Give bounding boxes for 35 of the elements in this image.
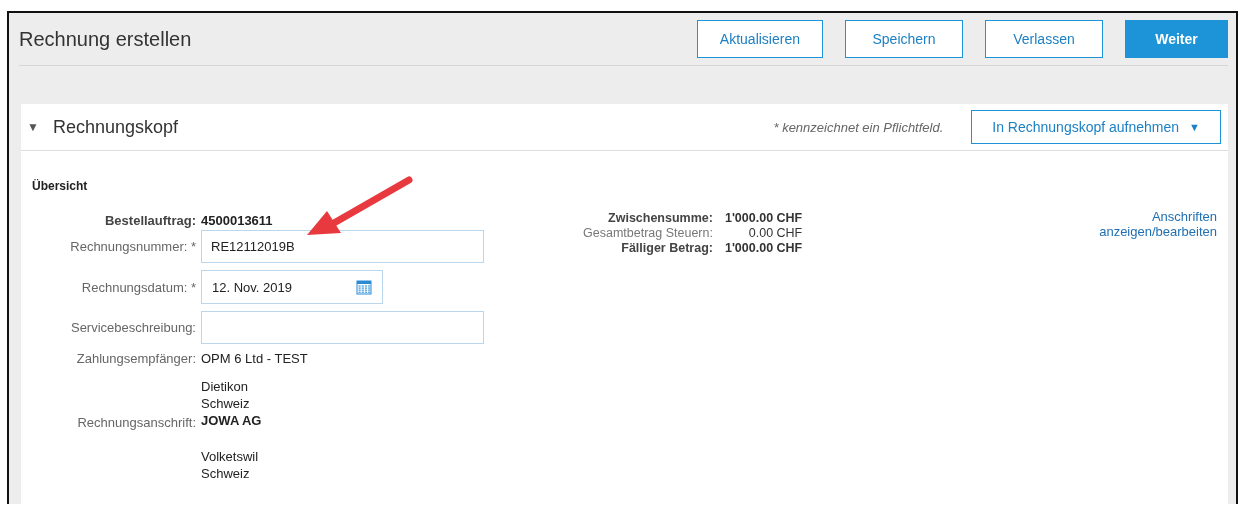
input-field[interactable] xyxy=(201,311,484,344)
address-line: Schweiz xyxy=(201,465,251,482)
field-label: Servicebeschreibung: xyxy=(69,320,196,335)
total-label: Gesamtbetrag Steuern: xyxy=(583,226,713,240)
total-value: 0.00 CHF xyxy=(747,226,803,240)
address-name: JOWA AG xyxy=(201,412,263,429)
total-label: Fälliger Betrag: xyxy=(620,241,713,255)
total-label: Zwischensumme: xyxy=(607,211,713,225)
address-line: Dietikon xyxy=(201,378,249,395)
field-label: Rechnungsanschrift: xyxy=(76,415,196,430)
date-field[interactable]: 12. Nov. 2019 xyxy=(201,270,383,304)
subsection-title: Übersicht xyxy=(32,179,89,193)
action-button[interactable]: Aktualisieren xyxy=(696,20,823,58)
address-link[interactable]: Anschriften anzeigen/bearbeiten xyxy=(1077,209,1217,243)
field-label: Zahlungsempfänger: xyxy=(75,351,196,366)
calendar-icon[interactable] xyxy=(356,279,372,295)
action-button[interactable]: Speichern xyxy=(845,20,963,58)
field-value: OPM 6 Ltd - TEST xyxy=(201,351,309,366)
action-button[interactable]: Verlassen xyxy=(985,20,1103,58)
field-label: Bestellauftrag: xyxy=(103,213,196,228)
input-field[interactable]: RE12112019B xyxy=(201,230,484,263)
address-line: Volketswil xyxy=(201,448,260,465)
collapse-caret-icon[interactable]: ▼ xyxy=(27,120,37,134)
required-note: * kennzeichnet ein Pflichtfeld. xyxy=(773,119,944,135)
field-value: 4500013611 xyxy=(201,213,274,228)
add-to-header-button[interactable]: In Rechnungskopf aufnehmen ▼ xyxy=(971,110,1221,144)
arrow-icon xyxy=(305,175,415,237)
field-label: Rechnungsnummer: * xyxy=(69,239,196,254)
address-line: Schweiz xyxy=(201,395,251,412)
total-value: 1'000.00 CHF xyxy=(724,241,803,255)
total-value: 1'000.00 CHF xyxy=(724,211,803,225)
next-button[interactable]: Weiter xyxy=(1125,20,1228,58)
page-title: Rechnung erstellen xyxy=(19,27,193,51)
field-label: Rechnungsdatum: * xyxy=(80,279,196,295)
section-title: Rechnungskopf xyxy=(53,116,180,138)
